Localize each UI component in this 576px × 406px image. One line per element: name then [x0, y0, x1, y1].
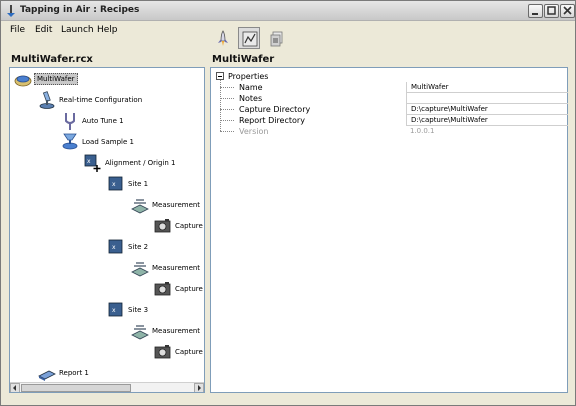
close-button[interactable] [560, 4, 575, 18]
right-pane-title: MultiWafer [212, 54, 275, 65]
tuning-fork-icon [65, 113, 75, 130]
recipe-tree[interactable]: MultiWafer Real-time Configuration Auto … [9, 67, 205, 393]
version-value: 1.0.0.1 [410, 127, 435, 135]
menu-launch[interactable]: Launch [61, 25, 94, 35]
camera-icon [154, 282, 171, 296]
scroll-left-button[interactable] [10, 383, 20, 392]
app-icon [7, 5, 15, 17]
launch-button[interactable] [211, 27, 233, 49]
measurement-icon [131, 262, 149, 277]
report-icon [38, 370, 56, 381]
recipe-editor-button[interactable] [238, 27, 260, 49]
notes-field[interactable] [406, 93, 568, 104]
load-sample-icon [62, 133, 78, 150]
capture-directory-field[interactable]: D:\capture\MultiWafer [406, 104, 568, 115]
menu-file[interactable]: File [10, 25, 25, 35]
minimize-button[interactable] [528, 4, 543, 18]
site-icon: x [108, 302, 123, 317]
svg-text:x: x [112, 181, 116, 188]
camera-icon [154, 219, 171, 233]
pages-icon [270, 31, 283, 47]
property-row-report-directory: Report Directory D:\capture\MultiWafer [220, 115, 568, 126]
svg-text:x: x [112, 244, 116, 251]
measurement-icon [131, 325, 149, 340]
site-icon: x [108, 239, 123, 254]
left-pane-title: MultiWafer.rcx [11, 54, 93, 65]
title-bar: Tapping in Air : Recipes [1, 1, 575, 21]
rocket-launch-icon [218, 30, 228, 46]
horizontal-scrollbar[interactable] [10, 382, 204, 392]
window-title: Tapping in Air : Recipes [20, 5, 140, 15]
arrow-left-icon [13, 385, 16, 391]
property-row-capture-directory: Capture Directory D:\capture\MultiWafer [220, 104, 568, 115]
pages-button[interactable] [265, 27, 287, 49]
site-icon: x [108, 176, 123, 191]
scrollbar-thumb[interactable] [21, 384, 131, 392]
measurement-icon [131, 199, 149, 214]
maximize-button[interactable] [544, 4, 559, 18]
app-window: Tapping in Air : Recipes File Edit Launc… [0, 0, 576, 406]
maximize-icon [547, 6, 556, 15]
svg-text:x: x [112, 307, 116, 314]
collapse-icon[interactable] [216, 72, 224, 80]
wafer-icon [14, 75, 32, 87]
scroll-right-button[interactable] [194, 383, 204, 392]
svg-text:x: x [87, 158, 91, 165]
camera-icon [154, 345, 171, 359]
properties-pane: Properties Name MultiWafer Notes Capture… [210, 67, 568, 393]
property-row-name: Name MultiWafer [220, 82, 568, 93]
property-row-notes: Notes [220, 93, 568, 104]
menu-bar: File Edit Launch Help [1, 23, 201, 39]
report-directory-field[interactable]: D:\capture\MultiWafer [406, 115, 568, 126]
close-icon [563, 6, 572, 15]
recipe-editor-icon [242, 31, 258, 47]
menu-help[interactable]: Help [97, 25, 118, 35]
arrow-right-icon [198, 385, 201, 391]
minimize-icon [532, 13, 538, 15]
alignment-icon: x [84, 154, 101, 172]
properties-root[interactable]: Properties [216, 71, 268, 81]
menu-edit[interactable]: Edit [35, 25, 52, 35]
microscope-icon [39, 91, 55, 109]
name-field[interactable]: MultiWafer [406, 82, 568, 93]
property-row-version: Version 1.0.0.1 [220, 126, 565, 137]
